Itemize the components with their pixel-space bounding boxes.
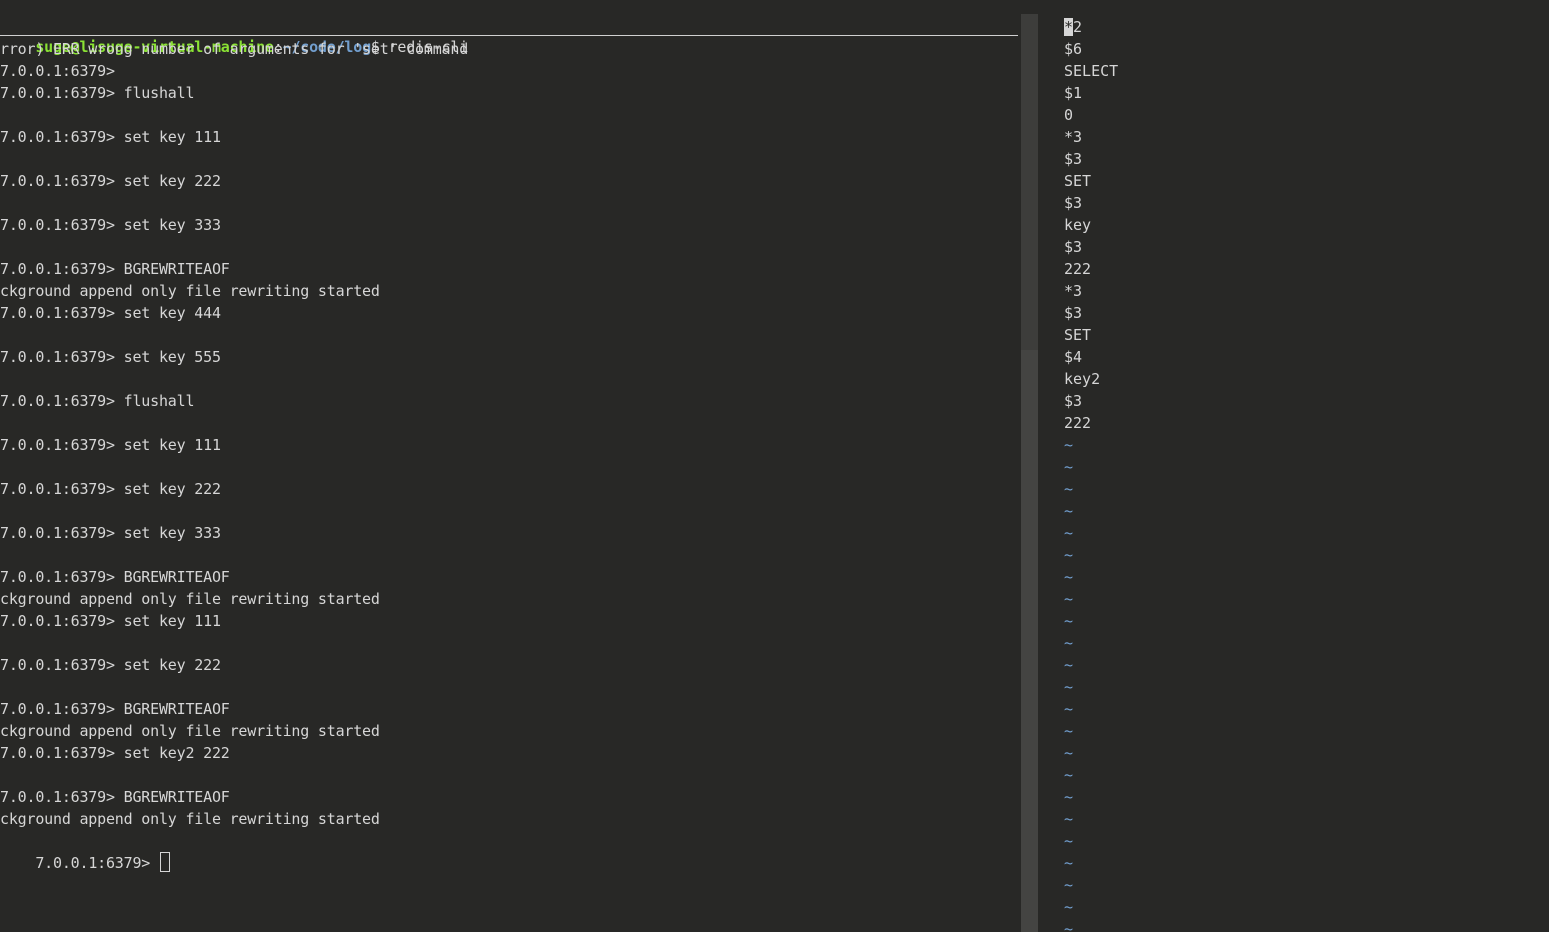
empty-line-marker: ~: [1064, 898, 1074, 916]
terminal-line: 7.0.0.1:6379> set key 333: [0, 216, 221, 234]
editor-line: $3: [1064, 238, 1083, 256]
editor-line: *3: [1064, 128, 1083, 146]
scrollbar-thumb[interactable]: [1021, 14, 1038, 350]
shell-prompt-line: suge@lisuge-virtual-machine:~/code/log$ …: [0, 14, 468, 56]
terminal-divider: [0, 35, 1018, 36]
vim-editor-pane[interactable]: *2 $6 SELECT $1 0 *3 $3 SET $3 key $3 222 *3 $3 SET $4…: [1039, 0, 1549, 932]
terminal-line: 7.0.0.1:6379> set key 222: [0, 656, 221, 674]
terminal-line: 7.0.0.1:6379> set key 111: [0, 436, 221, 454]
empty-line-marker: ~: [1064, 546, 1074, 564]
editor-line: $6: [1064, 40, 1083, 58]
empty-line-marker: ~: [1064, 722, 1074, 740]
editor-line: $3: [1064, 392, 1083, 410]
terminal-line: rror) ERR wrong number of arguments for …: [0, 40, 469, 58]
editor-line: $3: [1064, 304, 1083, 322]
editor-line: 0: [1064, 106, 1074, 124]
editor-line: $4: [1064, 348, 1083, 366]
terminal-line: 7.0.0.1:6379> set key 444: [0, 304, 221, 322]
terminal-line: 7.0.0.1:6379> set key 222: [0, 172, 221, 190]
terminal-line: 7.0.0.1:6379> flushall: [0, 84, 195, 102]
empty-line-marker: ~: [1064, 810, 1074, 828]
editor-line: SET: [1064, 326, 1092, 344]
editor-cursor: *: [1064, 18, 1074, 36]
empty-line-marker: ~: [1064, 480, 1074, 498]
terminal-line: ckground append only file rewriting star…: [0, 282, 380, 300]
terminal-line: 7.0.0.1:6379> BGREWRITEAOF: [0, 260, 230, 278]
terminal-line: 7.0.0.1:6379> BGREWRITEAOF: [0, 568, 230, 586]
terminal-line: ckground append only file rewriting star…: [0, 810, 380, 828]
empty-line-marker: ~: [1064, 788, 1074, 806]
empty-line-marker: ~: [1064, 436, 1074, 454]
terminal-line: 7.0.0.1:6379> flushall: [0, 392, 195, 410]
empty-line-marker: ~: [1064, 634, 1074, 652]
terminal-line: 7.0.0.1:6379>: [0, 62, 115, 80]
empty-line-marker: ~: [1064, 612, 1074, 630]
empty-line-marker: ~: [1064, 700, 1074, 718]
current-prompt-line[interactable]: 7.0.0.1:6379>: [0, 830, 170, 872]
terminal-line: 7.0.0.1:6379> set key 111: [0, 128, 221, 146]
terminal-line: 7.0.0.1:6379> set key 555: [0, 348, 221, 366]
empty-line-marker: ~: [1064, 568, 1074, 586]
empty-line-marker: ~: [1064, 876, 1074, 894]
empty-line-marker: ~: [1064, 678, 1074, 696]
editor-line: $1: [1064, 84, 1083, 102]
terminal-line: 7.0.0.1:6379> set key 333: [0, 524, 221, 542]
editor-line: key: [1064, 216, 1092, 234]
empty-line-marker: ~: [1064, 524, 1074, 542]
editor-first-line: *2: [1064, 16, 1082, 38]
empty-line-marker: ~: [1064, 502, 1074, 520]
empty-line-marker: ~: [1064, 656, 1074, 674]
editor-line: SET: [1064, 172, 1092, 190]
editor-line: key2: [1064, 370, 1101, 388]
terminal-line: 7.0.0.1:6379> BGREWRITEAOF: [0, 788, 230, 806]
editor-line: 222: [1064, 414, 1092, 432]
editor-first-line-rest: 2: [1073, 18, 1083, 36]
terminal-line: 7.0.0.1:6379> set key 222: [0, 480, 221, 498]
current-prompt: 7.0.0.1:6379>: [35, 854, 159, 872]
terminal-line: 7.0.0.1:6379> set key2 222: [0, 744, 230, 762]
editor-line: $3: [1064, 150, 1083, 168]
terminal-line: 7.0.0.1:6379> set key 111: [0, 612, 221, 630]
terminal-line: ckground append only file rewriting star…: [0, 722, 380, 740]
empty-line-marker: ~: [1064, 744, 1074, 762]
empty-line-marker: ~: [1064, 766, 1074, 784]
terminal-pane[interactable]: suge@lisuge-virtual-machine:~/code/log$ …: [0, 0, 1020, 932]
terminal-line: 7.0.0.1:6379> BGREWRITEAOF: [0, 700, 230, 718]
editor-line: SELECT: [1064, 62, 1119, 80]
scrollbar-lower-track[interactable]: [1021, 350, 1038, 932]
terminal-line: ckground append only file rewriting star…: [0, 590, 380, 608]
empty-line-marker: ~: [1064, 854, 1074, 872]
empty-line-marker: ~: [1064, 832, 1074, 850]
editor-line: 222: [1064, 260, 1092, 278]
editor-line: $3: [1064, 194, 1083, 212]
empty-line-marker: ~: [1064, 458, 1074, 476]
terminal-cursor: [159, 852, 170, 872]
empty-line-marker: ~: [1064, 920, 1074, 932]
empty-line-marker: ~: [1064, 590, 1074, 608]
editor-line: *3: [1064, 282, 1083, 300]
